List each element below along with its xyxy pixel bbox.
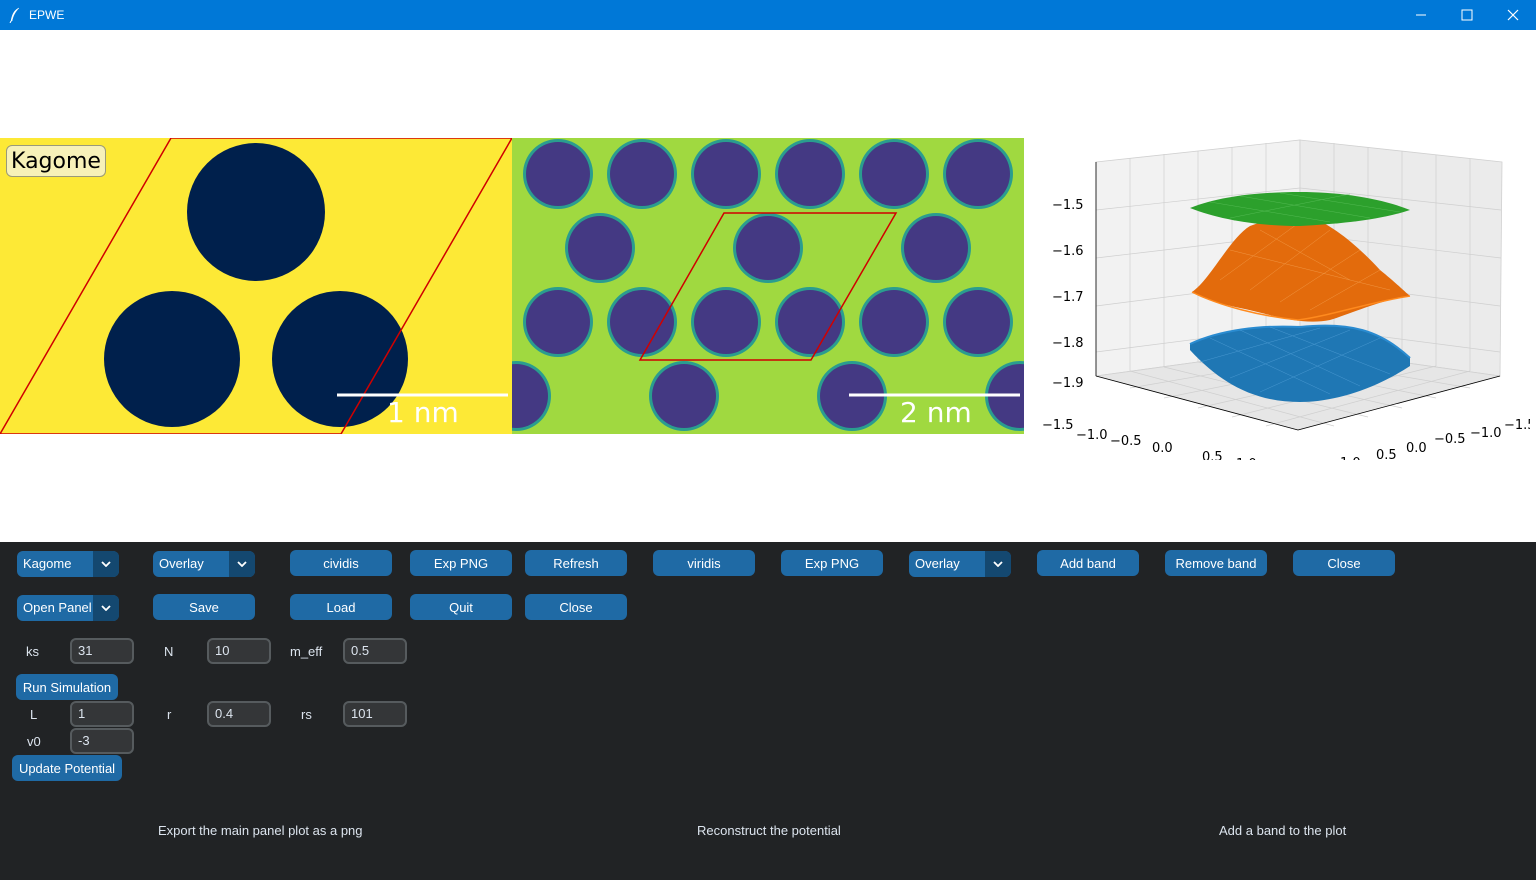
window-title: EPWE — [29, 8, 65, 22]
x-tick-label: 0.5 — [1202, 450, 1223, 460]
N-label: N — [164, 644, 174, 659]
chevron-down-icon — [93, 551, 119, 577]
scale-bar-label: 2 nm — [900, 396, 972, 429]
potential-disk — [104, 291, 240, 427]
y-tick-label: −1.0 — [1470, 426, 1502, 441]
disk-core — [778, 142, 842, 206]
quit-button[interactable]: Quit — [410, 594, 512, 620]
minimize-icon — [1416, 14, 1426, 16]
disk-core — [736, 216, 800, 280]
reconstruct-hint: Reconstruct the potential — [697, 823, 841, 838]
mode-select-left-value: Overlay — [159, 556, 204, 571]
disk-core — [526, 142, 590, 206]
x-tick-labels: −1.5−1.0−0.50.00.51.01.5 — [1042, 418, 1257, 460]
disk-core — [694, 290, 758, 354]
z-tick-label: −1.9 — [1052, 376, 1084, 391]
meff-input[interactable]: 0.5 — [343, 638, 407, 664]
close-window-button[interactable] — [1490, 0, 1536, 30]
unit-cell-plot[interactable] — [0, 138, 512, 434]
cmap-mid-button[interactable]: viridis — [653, 550, 755, 576]
y-tick-label: 1.0 — [1340, 456, 1361, 460]
mode-select-right[interactable]: Overlay — [909, 551, 1011, 577]
L-label: L — [30, 707, 38, 722]
rs-label: rs — [301, 707, 312, 722]
maximize-icon — [1461, 9, 1473, 21]
cmap-left-button[interactable]: cividis — [290, 550, 392, 576]
disk-core — [862, 290, 926, 354]
save-button[interactable]: Save — [153, 594, 255, 620]
run-simulation-button[interactable]: Run Simulation — [16, 674, 118, 700]
export-png-mid-button[interactable]: Exp PNG — [781, 550, 883, 576]
disk-core — [568, 216, 632, 280]
feather-icon — [9, 7, 20, 23]
export-png-left-button[interactable]: Exp PNG — [410, 550, 512, 576]
disk-core — [904, 216, 968, 280]
export-hint: Export the main panel plot as a png — [158, 823, 363, 838]
N-input[interactable]: 10 — [207, 638, 271, 664]
close-button[interactable]: Close — [525, 594, 627, 620]
z-tick-label: −1.8 — [1052, 336, 1084, 351]
x-tick-label: −0.5 — [1110, 434, 1142, 449]
z-tick-label: −1.7 — [1052, 290, 1084, 305]
close-band-panel-button[interactable]: Close — [1293, 550, 1395, 576]
y-tick-label: −0.5 — [1434, 432, 1466, 447]
add-band-hint: Add a band to the plot — [1219, 823, 1347, 838]
x-tick-label: 1.0 — [1236, 457, 1257, 460]
plot-area: Kagome 1 nm 2 nm −1.5 −1.6 −1.7 −1.8 −1.… — [0, 30, 1536, 542]
add-band-button[interactable]: Add band — [1037, 550, 1139, 576]
chevron-down-icon — [229, 551, 255, 577]
disk-core — [946, 290, 1010, 354]
v0-label: v0 — [27, 734, 41, 749]
disk-core — [526, 290, 590, 354]
ks-label: ks — [26, 644, 39, 659]
potential-disk — [187, 143, 325, 281]
chevron-down-icon — [985, 551, 1011, 577]
disk-core — [610, 142, 674, 206]
remove-band-button[interactable]: Remove band — [1165, 550, 1267, 576]
ks-input[interactable]: 31 — [70, 638, 134, 664]
disk-core — [652, 364, 716, 428]
r-input[interactable]: 0.4 — [207, 701, 271, 727]
meff-label: m_eff — [290, 644, 323, 659]
z-tick-label: −1.6 — [1052, 244, 1084, 259]
y-tick-label: −1.5 — [1504, 418, 1530, 433]
y-tick-label: 0.0 — [1406, 441, 1427, 456]
disk-core — [946, 142, 1010, 206]
v0-input[interactable]: -3 — [70, 728, 134, 754]
chevron-down-icon — [93, 595, 119, 621]
disk-core — [694, 142, 758, 206]
L-input[interactable]: 1 — [70, 701, 134, 727]
refresh-button[interactable]: Refresh — [525, 550, 627, 576]
scale-bar-label: 1 nm — [387, 396, 459, 429]
x-tick-label: 0.0 — [1152, 441, 1173, 456]
lattice-select-value: Kagome — [23, 556, 72, 571]
band-structure-3d-plot[interactable]: −1.5−1.6−1.7−1.8−1.9 −1.5−1.0−0.50.00.51… — [1030, 130, 1530, 460]
rs-input[interactable]: 101 — [343, 701, 407, 727]
control-panel: Kagome Overlay cividis Exp PNG Refresh v… — [0, 542, 1536, 880]
mode-select-left[interactable]: Overlay — [153, 551, 255, 577]
x-tick-label: −1.0 — [1076, 428, 1108, 443]
x-tick-label: −1.5 — [1042, 418, 1074, 433]
maximize-button[interactable] — [1444, 0, 1490, 30]
disk-core — [862, 142, 926, 206]
r-label: r — [167, 707, 172, 722]
z-tick-label: −1.5 — [1052, 198, 1084, 213]
update-potential-button[interactable]: Update Potential — [12, 755, 122, 781]
mode-select-right-value: Overlay — [915, 556, 960, 571]
minimize-button[interactable] — [1398, 0, 1444, 30]
disk-core — [610, 290, 674, 354]
open-panel-select[interactable]: Open Panel — [17, 595, 119, 621]
close-icon — [1507, 9, 1519, 21]
open-panel-select-value: Open Panel — [23, 600, 92, 615]
y-tick-labels: 1.51.00.50.0−0.5−1.0−1.5 — [1340, 418, 1530, 460]
z-tick-labels: −1.5 −1.6 −1.7 −1.8 −1.9 — [1052, 198, 1084, 391]
y-tick-label: 0.5 — [1376, 448, 1397, 460]
reconstruction-plot[interactable] — [512, 138, 1024, 434]
lattice-badge: Kagome — [6, 145, 106, 177]
lattice-select[interactable]: Kagome — [17, 551, 119, 577]
title-bar: EPWE — [0, 0, 1536, 30]
load-button[interactable]: Load — [290, 594, 392, 620]
